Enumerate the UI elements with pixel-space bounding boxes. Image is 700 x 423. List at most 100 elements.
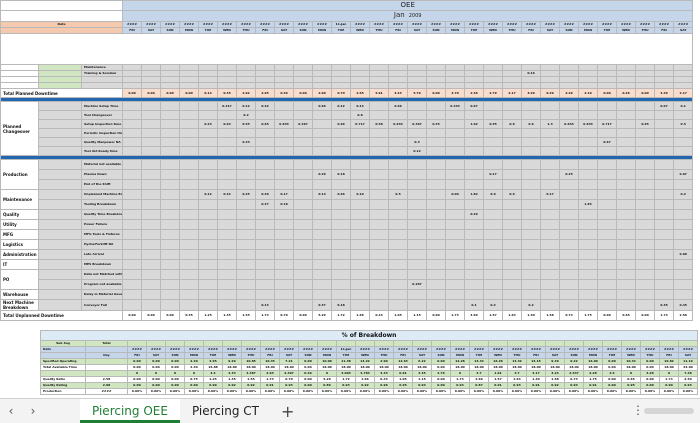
value-cell[interactable] <box>141 101 162 111</box>
value-cell[interactable] <box>236 146 257 156</box>
value-cell[interactable]: 0.267 <box>407 279 428 290</box>
value-cell[interactable] <box>597 128 618 138</box>
value-cell[interactable] <box>578 219 599 230</box>
value-cell[interactable] <box>274 159 295 170</box>
value-cell[interactable] <box>179 239 200 250</box>
value-cell[interactable]: 0.00% <box>431 388 451 395</box>
value-cell[interactable] <box>369 269 390 280</box>
value-cell[interactable] <box>464 169 485 180</box>
value-cell[interactable] <box>616 137 637 147</box>
value-cell[interactable] <box>559 110 580 120</box>
value-cell[interactable] <box>179 269 200 280</box>
total-unplanned-value[interactable]: 0.74 <box>559 310 580 321</box>
value-cell[interactable] <box>521 189 542 200</box>
value-cell[interactable]: 0.217 <box>217 101 238 111</box>
value-cell[interactable] <box>445 179 466 190</box>
value-cell[interactable] <box>521 249 542 260</box>
value-cell[interactable]: 0.63 <box>217 119 238 129</box>
value-cell[interactable] <box>578 279 599 290</box>
value-cell[interactable] <box>540 259 561 270</box>
value-cell[interactable] <box>426 289 447 300</box>
value-cell[interactable]: 0.633 <box>388 119 409 129</box>
value-cell[interactable] <box>407 110 428 120</box>
value-cell[interactable] <box>673 146 694 156</box>
value-cell[interactable] <box>426 299 447 311</box>
spacer[interactable] <box>0 33 694 65</box>
value-cell[interactable] <box>312 209 333 220</box>
value-cell[interactable] <box>369 146 390 156</box>
value-cell[interactable]: 0.45 <box>673 299 694 311</box>
value-cell[interactable] <box>502 101 523 111</box>
total-planned-value[interactable]: 0.00 <box>179 88 200 98</box>
value-cell[interactable] <box>236 279 257 290</box>
value-cell[interactable] <box>559 179 580 190</box>
value-cell[interactable] <box>540 199 561 210</box>
value-cell[interactable] <box>350 137 371 147</box>
value-cell[interactable] <box>141 119 162 129</box>
value-cell[interactable] <box>559 279 580 290</box>
value-cell[interactable] <box>274 299 295 311</box>
value-cell[interactable] <box>160 269 181 280</box>
value-cell[interactable] <box>502 209 523 220</box>
value-cell[interactable] <box>312 146 333 156</box>
value-cell[interactable] <box>578 179 599 190</box>
value-cell[interactable] <box>654 169 675 180</box>
value-cell[interactable] <box>407 289 428 300</box>
value-cell[interactable] <box>540 249 561 260</box>
value-cell[interactable] <box>274 259 295 270</box>
value-cell[interactable] <box>654 249 675 260</box>
value-cell[interactable] <box>635 249 656 260</box>
total-planned-value[interactable]: 0.14 <box>198 88 219 98</box>
sheet-title[interactable]: OEE <box>122 0 694 11</box>
value-cell[interactable] <box>331 146 352 156</box>
value-cell[interactable] <box>521 137 542 147</box>
value-cell[interactable] <box>141 239 162 250</box>
row-label-unplanned[interactable]: Plasma Down <box>80 169 124 180</box>
value-cell[interactable] <box>464 279 485 290</box>
subcat-cell[interactable] <box>38 101 82 111</box>
total-unplanned-value[interactable]: 0.00 <box>160 310 181 321</box>
value-cell[interactable] <box>388 159 409 170</box>
value-cell[interactable] <box>350 219 371 230</box>
value-cell[interactable] <box>217 299 238 311</box>
value-cell[interactable] <box>179 146 200 156</box>
value-cell[interactable] <box>635 101 656 111</box>
row-label-unplanned[interactable]: MFG Tools & Fixtures <box>80 229 124 240</box>
value-cell[interactable] <box>198 199 219 210</box>
value-cell[interactable] <box>407 128 428 138</box>
value-cell[interactable] <box>369 110 390 120</box>
value-cell[interactable] <box>597 259 618 270</box>
value-cell[interactable] <box>521 259 542 270</box>
value-cell[interactable]: 0.66 <box>331 189 352 200</box>
value-cell[interactable] <box>502 299 523 311</box>
value-cell[interactable] <box>160 169 181 180</box>
total-planned-value[interactable]: 0.45 <box>217 88 238 98</box>
value-cell[interactable] <box>483 249 504 260</box>
value-cell[interactable] <box>502 219 523 230</box>
value-cell[interactable] <box>407 169 428 180</box>
value-cell[interactable] <box>293 249 314 260</box>
total-unplanned-value[interactable]: 1.72 <box>331 310 352 321</box>
month-year-header[interactable]: Jan 2009 <box>122 10 694 22</box>
value-cell[interactable] <box>255 269 276 280</box>
total-unplanned-value[interactable]: 1.05 <box>388 310 409 321</box>
value-cell[interactable] <box>616 189 637 200</box>
value-cell[interactable] <box>160 279 181 290</box>
value-cell[interactable] <box>179 279 200 290</box>
value-cell[interactable]: 0.00 <box>445 189 466 200</box>
subcat-cell[interactable] <box>38 128 82 138</box>
value-cell[interactable] <box>160 199 181 210</box>
value-cell[interactable] <box>578 209 599 220</box>
value-cell[interactable] <box>312 128 333 138</box>
value-cell[interactable] <box>483 209 504 220</box>
value-cell[interactable] <box>122 169 143 180</box>
value-cell[interactable] <box>141 169 162 180</box>
value-cell[interactable]: 0.3 <box>407 137 428 147</box>
value-cell[interactable] <box>369 189 390 200</box>
category-cell[interactable]: Utility <box>0 219 39 230</box>
value-cell[interactable] <box>217 249 238 260</box>
value-cell[interactable] <box>331 239 352 250</box>
value-cell[interactable] <box>635 279 656 290</box>
value-cell[interactable] <box>388 110 409 120</box>
value-cell[interactable] <box>426 101 447 111</box>
